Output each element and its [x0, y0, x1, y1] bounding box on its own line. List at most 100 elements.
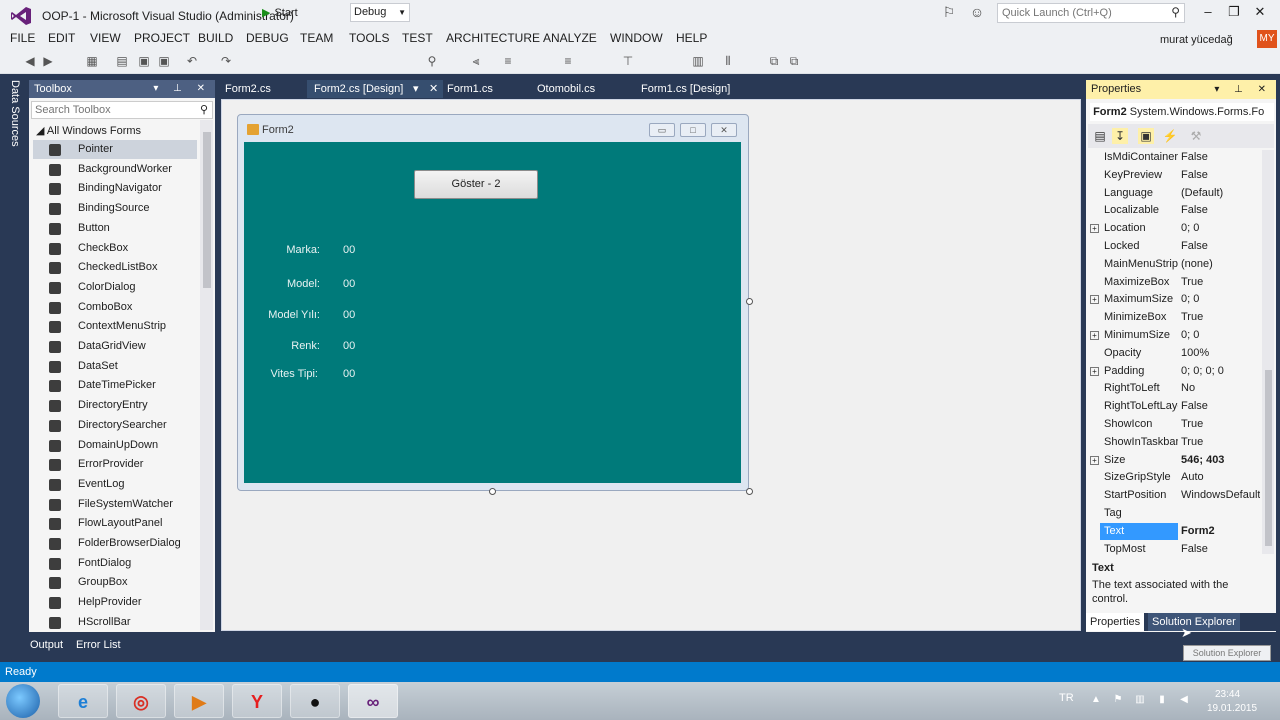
- toolbox-item-errorprovider[interactable]: ErrorProvider: [33, 455, 197, 474]
- property-row-topmost[interactable]: TopMost False: [1088, 541, 1260, 558]
- new-project-icon[interactable]: ▦: [84, 53, 100, 69]
- toolbox-item-directoryentry[interactable]: DirectoryEntry: [33, 396, 197, 415]
- property-row-localizable[interactable]: Localizable False: [1088, 202, 1260, 219]
- property-row-righttoleft[interactable]: RightToLeft No: [1088, 380, 1260, 397]
- property-value[interactable]: True: [1181, 434, 1260, 451]
- toolbox-item-bindingsource[interactable]: BindingSource: [33, 199, 197, 218]
- toolbox-item-flowlayoutpanel[interactable]: FlowLayoutPanel: [33, 514, 197, 533]
- toolbox-item-groupbox[interactable]: GroupBox: [33, 573, 197, 592]
- model-yili-label[interactable]: Model Yılı:: [262, 309, 320, 321]
- property-value[interactable]: WindowsDefault: [1181, 487, 1260, 504]
- signal-tray-icon[interactable]: ▮: [1156, 694, 1168, 706]
- toolbox-item-filesystemwatcher[interactable]: FileSystemWatcher: [33, 495, 197, 514]
- property-value[interactable]: 0; 0; 0; 0: [1181, 363, 1260, 380]
- toolbox-search[interactable]: ⚲: [31, 101, 213, 119]
- toolbox-item-datagridview[interactable]: DataGridView: [33, 337, 197, 356]
- menu-file[interactable]: FILE: [10, 31, 35, 45]
- tab-solution-explorer[interactable]: Solution Explorer: [1148, 613, 1240, 631]
- save-all-icon[interactable]: ▣: [156, 53, 172, 69]
- user-name[interactable]: murat yücedağ: [1160, 34, 1233, 46]
- property-row-sizegripstyle[interactable]: SizeGripStyle Auto: [1088, 469, 1260, 486]
- toolbox-item-pointer[interactable]: Pointer: [33, 140, 197, 159]
- find-icon[interactable]: ⚲: [424, 53, 440, 69]
- save-icon[interactable]: ▣: [136, 53, 152, 69]
- model-value[interactable]: 00: [343, 278, 355, 290]
- categorized-icon[interactable]: ▤: [1092, 128, 1108, 144]
- solution-configuration-select[interactable]: Debug ▼: [350, 3, 410, 22]
- toolbox-item-fontdialog[interactable]: FontDialog: [33, 554, 197, 573]
- property-row-location[interactable]: + Location 0; 0: [1088, 220, 1260, 237]
- internet-explorer-icon[interactable]: e: [58, 684, 108, 718]
- expand-icon[interactable]: +: [1090, 455, 1099, 465]
- toolbox-item-folderbrowserdialog[interactable]: FolderBrowserDialog: [33, 534, 197, 553]
- toolbox-group-header[interactable]: ◢ All Windows Forms: [36, 124, 141, 137]
- menu-team[interactable]: TEAM: [300, 31, 333, 45]
- property-value[interactable]: False: [1181, 202, 1260, 219]
- property-row-keypreview[interactable]: KeyPreview False: [1088, 167, 1260, 184]
- resize-handle-bottom[interactable]: [489, 488, 496, 495]
- menu-test[interactable]: TEST: [402, 31, 433, 45]
- windows-start-button[interactable]: [6, 684, 40, 718]
- property-value[interactable]: 0; 0: [1181, 220, 1260, 237]
- property-value[interactable]: False: [1181, 167, 1260, 184]
- tab-form2-cs[interactable]: Form2.cs: [218, 80, 306, 98]
- panel-pin-close-icon[interactable]: ▾ ⊥ ✕: [1214, 80, 1272, 99]
- renk-value[interactable]: 00: [343, 340, 355, 352]
- bring-front-icon[interactable]: ⧉: [766, 53, 782, 69]
- resize-handle-right[interactable]: [746, 298, 753, 305]
- data-sources-tab[interactable]: Data Sources: [7, 80, 21, 150]
- toolbox-search-input[interactable]: [32, 102, 190, 118]
- obs-icon[interactable]: ●: [290, 684, 340, 718]
- property-pages-icon[interactable]: ⚒: [1188, 128, 1204, 144]
- toolbox-item-datetimepicker[interactable]: DateTimePicker: [33, 376, 197, 395]
- property-row-minimizebox[interactable]: MinimizeBox True: [1088, 309, 1260, 326]
- close-tab-icon[interactable]: ✕: [429, 80, 438, 98]
- flag-tray-icon[interactable]: ⚑: [1112, 694, 1124, 706]
- property-value[interactable]: Form2: [1181, 523, 1260, 540]
- property-row-ismdicontainer[interactable]: IsMdiContainer False: [1088, 149, 1260, 166]
- toolbox-item-domainupdown[interactable]: DomainUpDown: [33, 436, 197, 455]
- property-value[interactable]: 546; 403: [1181, 452, 1260, 469]
- toolbox-item-combobox[interactable]: ComboBox: [33, 298, 197, 317]
- send-back-icon[interactable]: ⧉: [786, 53, 802, 69]
- properties-scroll-thumb[interactable]: [1265, 370, 1272, 546]
- menu-architecture[interactable]: ARCHITECTURE: [446, 31, 540, 45]
- toolbox-item-hscrollbar[interactable]: HScrollBar: [33, 613, 197, 632]
- vites-tipi-value[interactable]: 00: [343, 368, 355, 380]
- property-value[interactable]: False: [1181, 398, 1260, 415]
- property-row-startposition[interactable]: StartPosition WindowsDefault: [1088, 487, 1260, 504]
- goster-button[interactable]: Göster - 2: [414, 170, 538, 199]
- language-indicator[interactable]: TR: [1059, 692, 1074, 704]
- property-row-tag[interactable]: Tag: [1088, 505, 1260, 522]
- property-row-size[interactable]: + Size 546; 403: [1088, 452, 1260, 469]
- property-row-text[interactable]: Text Form2: [1088, 522, 1260, 540]
- start-debugging-button[interactable]: ▶ Start: [258, 4, 302, 22]
- property-row-opacity[interactable]: Opacity 100%: [1088, 345, 1260, 362]
- events-lightning-icon[interactable]: ⚡: [1162, 128, 1178, 144]
- panel-pin-close-icon[interactable]: ▾ ⊥ ✕: [153, 80, 211, 98]
- network-tray-icon[interactable]: ▥: [1134, 694, 1146, 706]
- property-value[interactable]: True: [1181, 274, 1260, 291]
- resize-handle-corner[interactable]: [746, 488, 753, 495]
- property-value[interactable]: (Default): [1181, 185, 1260, 202]
- visual-studio-taskbar-icon[interactable]: ∞: [348, 684, 398, 718]
- toolbox-item-eventlog[interactable]: EventLog: [33, 475, 197, 494]
- expand-icon[interactable]: +: [1090, 331, 1099, 340]
- menu-window[interactable]: WINDOW: [610, 31, 663, 45]
- properties-view-icon[interactable]: ▣: [1138, 128, 1154, 144]
- clock-date[interactable]: 19.01.2015: [1207, 703, 1257, 714]
- property-row-righttoleftlayout[interactable]: RightToLeftLayoutFalse: [1088, 398, 1260, 415]
- tab-error-list[interactable]: Error List: [76, 637, 121, 653]
- expand-icon[interactable]: +: [1090, 295, 1099, 305]
- model-label[interactable]: Model:: [264, 278, 320, 290]
- renk-label[interactable]: Renk:: [264, 340, 320, 352]
- pin-icon[interactable]: ▾: [413, 80, 419, 98]
- toolbox-item-colordialog[interactable]: ColorDialog: [33, 278, 197, 297]
- expand-icon[interactable]: +: [1090, 366, 1099, 376]
- avatar[interactable]: MY: [1257, 30, 1277, 48]
- toolbox-item-directorysearcher[interactable]: DirectorySearcher: [33, 416, 197, 435]
- tab-form2-design[interactable]: Form2.cs [Design] ▾ ✕: [307, 80, 443, 98]
- property-row-maximumsize[interactable]: + MaximumSize 0; 0: [1088, 291, 1260, 308]
- alphabetical-icon[interactable]: ↧: [1112, 128, 1128, 144]
- property-value[interactable]: Auto: [1181, 469, 1260, 486]
